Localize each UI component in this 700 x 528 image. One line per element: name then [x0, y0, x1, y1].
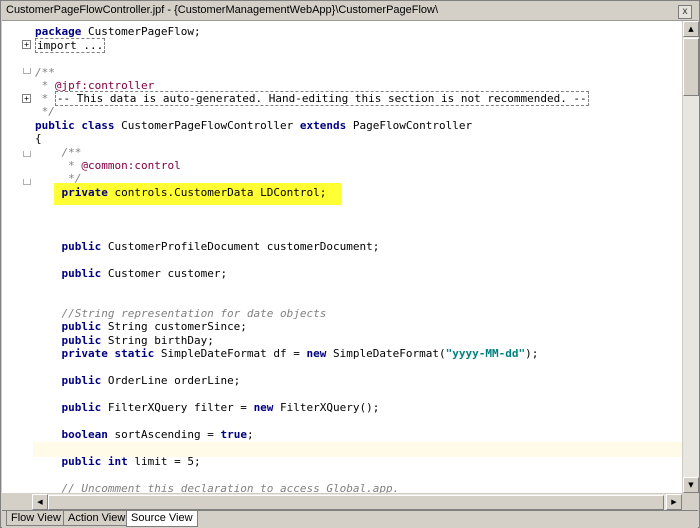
view-tabs: Flow View Action View Source View: [2, 510, 698, 528]
code-line[interactable]: * -- This data is auto-generated. Hand-e…: [35, 91, 589, 106]
code-line[interactable]: public OrderLine orderLine;: [35, 374, 240, 387]
tab-flow-view[interactable]: Flow View: [6, 511, 66, 526]
collapse-end-icon[interactable]: [23, 179, 31, 185]
code-line[interactable]: // Uncomment this declaration to access …: [35, 482, 399, 493]
code-line[interactable]: public Customer customer;: [35, 267, 227, 280]
collapse-comment-icon[interactable]: [23, 68, 31, 74]
code-line[interactable]: public FilterXQuery filter = new FilterX…: [35, 401, 379, 414]
code-line[interactable]: */: [35, 172, 81, 185]
collapsed-generated-region[interactable]: -- This data is auto-generated. Hand-edi…: [54, 91, 589, 106]
scroll-left-button[interactable]: ◀: [32, 494, 48, 510]
code-line[interactable]: public int limit = 5;: [35, 455, 200, 468]
tab-action-view[interactable]: Action View: [63, 511, 131, 526]
tab-source-view[interactable]: Source View: [126, 511, 198, 527]
code-line[interactable]: /**: [35, 146, 81, 159]
horizontal-scroll-thumb[interactable]: [48, 495, 664, 510]
close-icon: x: [682, 6, 688, 17]
editor-title-bar: CustomerPageFlowController.jpf - {Custom…: [2, 2, 698, 21]
editor-window: CustomerPageFlowController.jpf - {Custom…: [0, 0, 700, 528]
code-line[interactable]: import ...: [35, 38, 106, 53]
code-line[interactable]: public String customerSince;: [35, 320, 246, 333]
code-line[interactable]: /**: [35, 66, 55, 79]
scrollbar-corner: [682, 493, 699, 510]
code-line[interactable]: private static SimpleDateFormat df = new…: [35, 347, 538, 360]
expand-import-icon[interactable]: +: [22, 40, 31, 49]
vertical-scroll-thumb[interactable]: [683, 38, 699, 96]
close-button[interactable]: x: [678, 5, 692, 19]
expand-generated-icon[interactable]: +: [22, 94, 31, 103]
code-line[interactable]: package CustomerPageFlow;: [35, 25, 201, 38]
collapse-javadoc-icon[interactable]: [23, 151, 31, 157]
vertical-scrollbar[interactable]: ▲ ▼: [682, 21, 699, 493]
arrow-left-icon: ◀: [37, 498, 43, 506]
scroll-up-button[interactable]: ▲: [683, 21, 699, 37]
code-line[interactable]: */: [35, 105, 55, 118]
code-line[interactable]: //String representation for date objects: [35, 307, 326, 320]
code-line[interactable]: public CustomerProfileDocument customerD…: [35, 240, 379, 253]
code-line[interactable]: public class CustomerPageFlowController …: [35, 119, 472, 132]
arrow-up-icon: ▲: [688, 25, 694, 33]
code-line[interactable]: public String birthDay;: [35, 334, 213, 347]
window-title: CustomerPageFlowController.jpf - {Custom…: [6, 4, 439, 16]
arrow-right-icon: ▶: [671, 498, 677, 506]
horizontal-scrollbar[interactable]: ◀ ▶: [32, 493, 682, 510]
editor-gutter: [2, 21, 33, 493]
source-editor[interactable]: + + package CustomerPageFlow; import ...…: [2, 21, 682, 493]
collapsed-import-region[interactable]: import ...: [35, 38, 106, 53]
code-line[interactable]: * @common:control: [35, 159, 181, 172]
arrow-down-icon: ▼: [688, 481, 694, 489]
scroll-right-button[interactable]: ▶: [666, 494, 682, 510]
code-line[interactable]: boolean sortAscending = true;: [35, 428, 253, 441]
code-line[interactable]: {: [35, 132, 42, 145]
scroll-down-button[interactable]: ▼: [683, 477, 699, 493]
code-line[interactable]: private controls.CustomerData LDControl;: [35, 186, 326, 199]
